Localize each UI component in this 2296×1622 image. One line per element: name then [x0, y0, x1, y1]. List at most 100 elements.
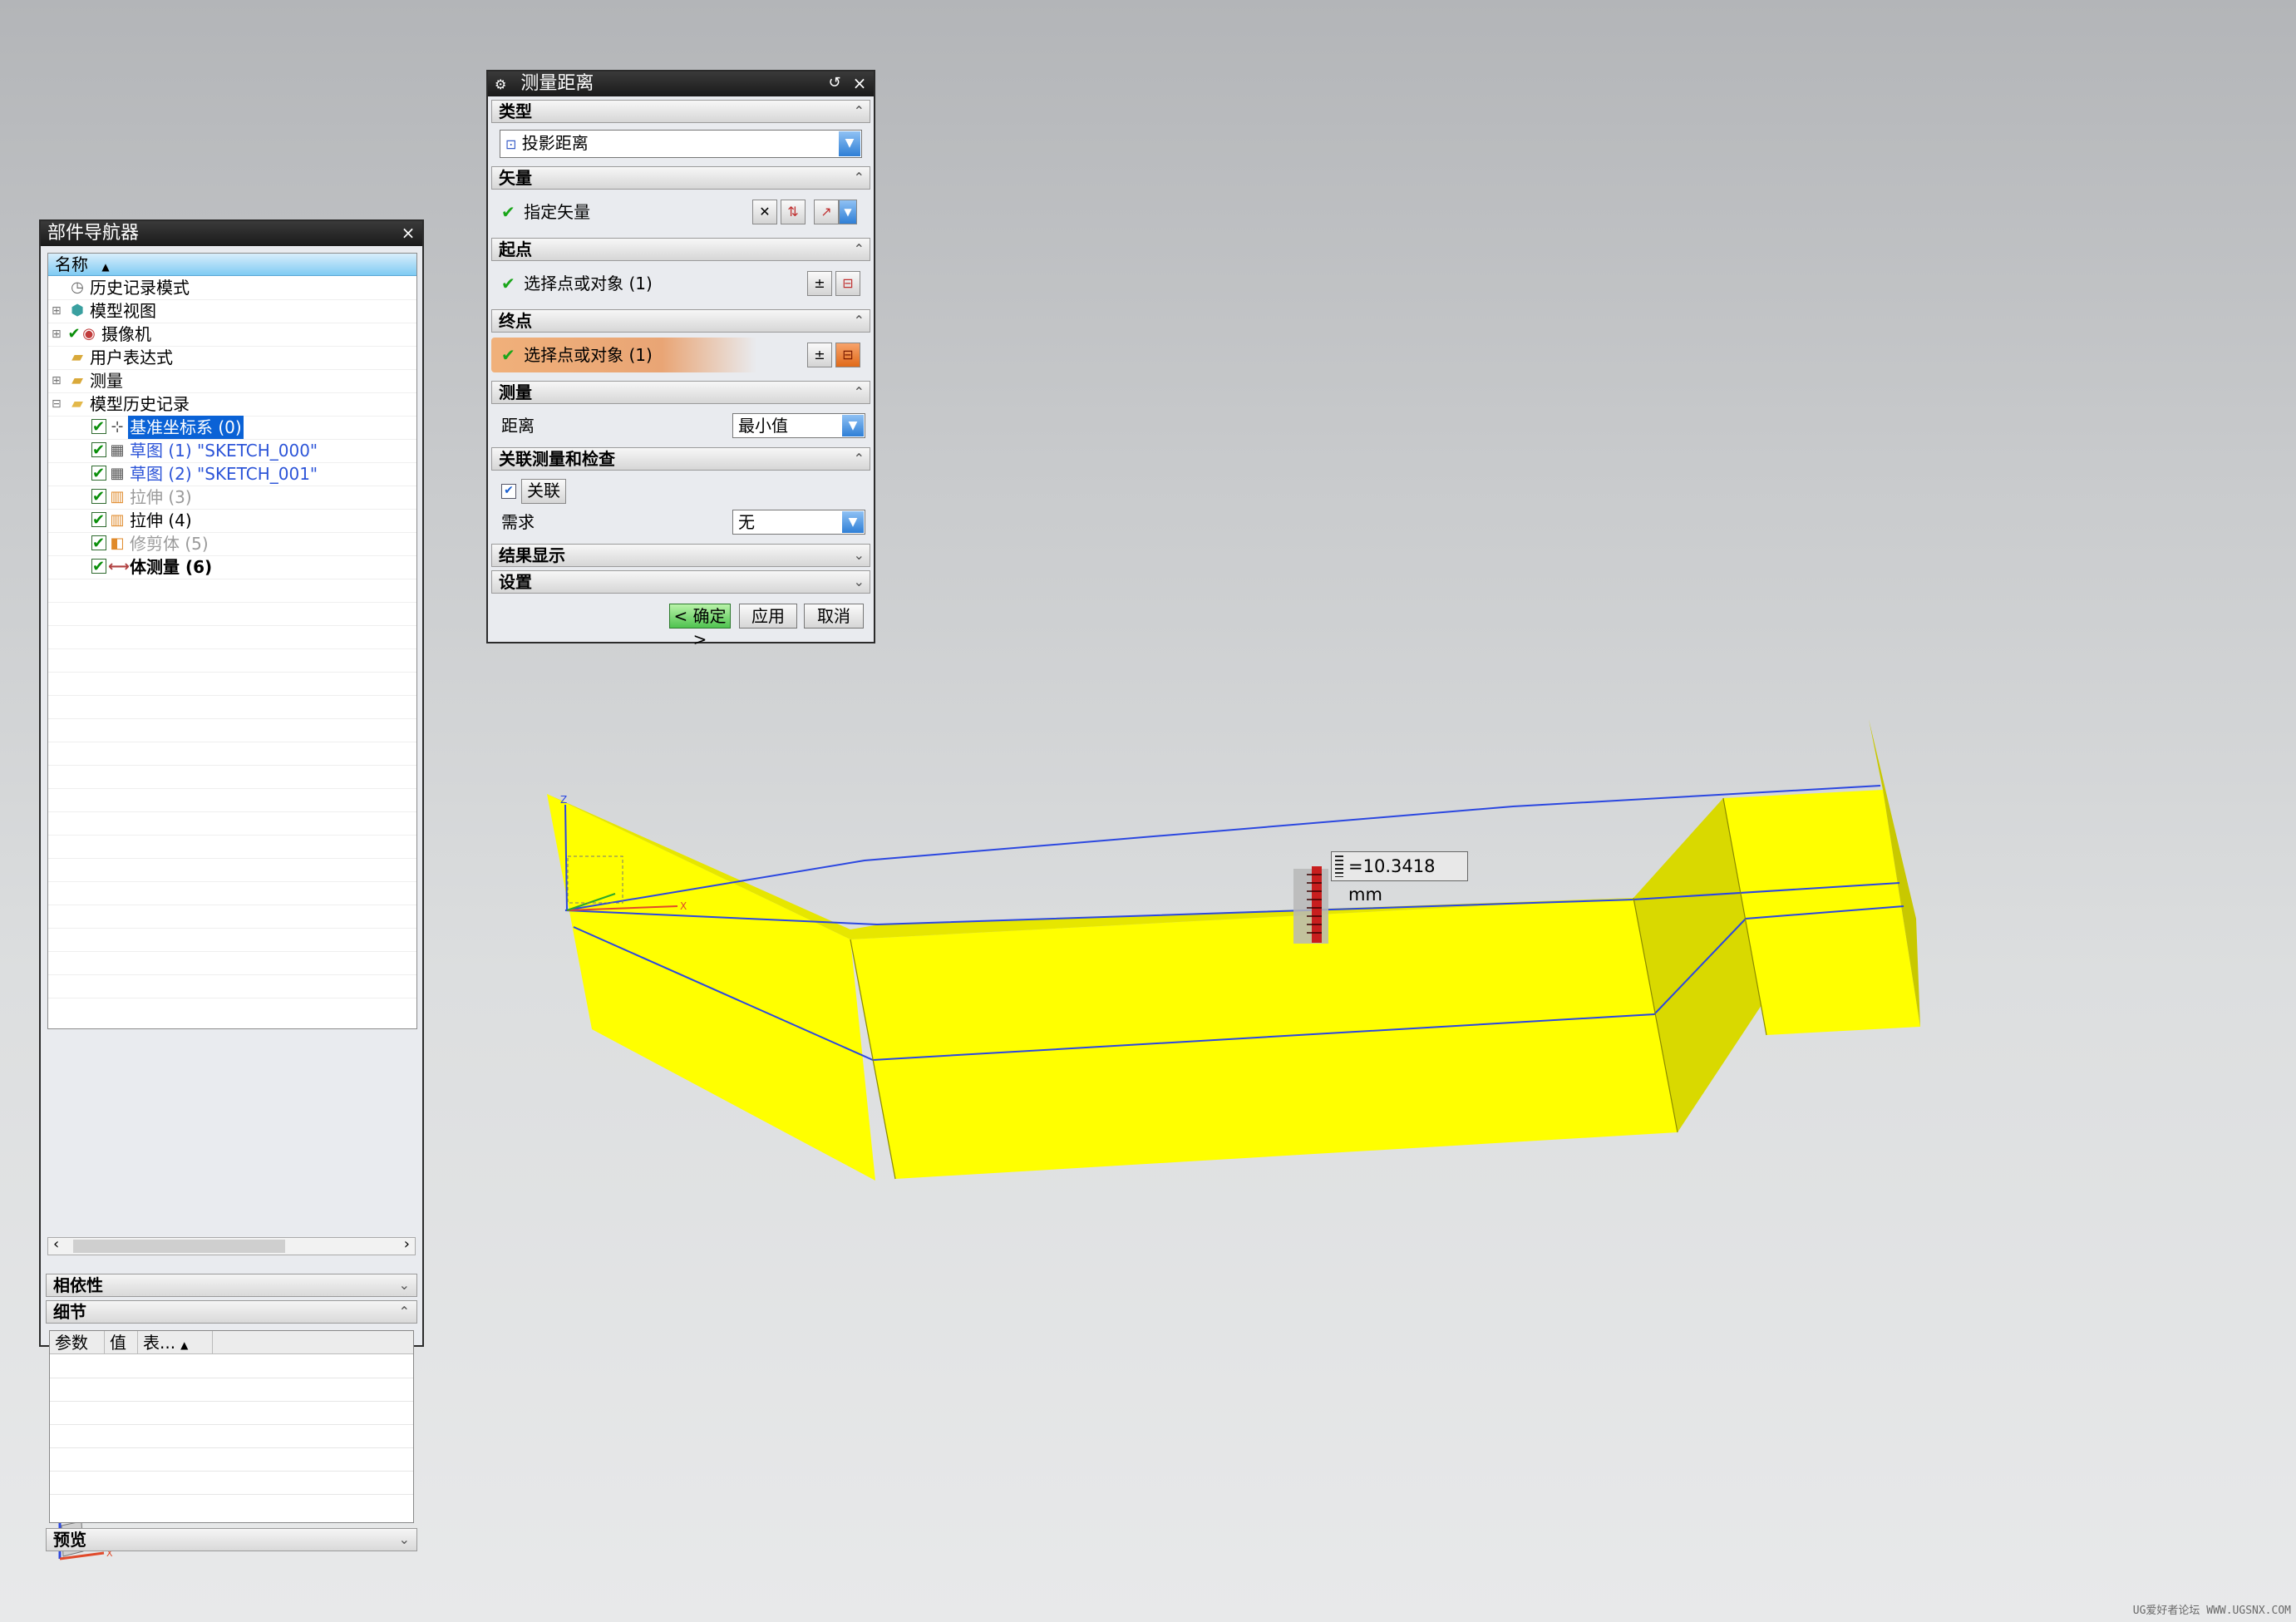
type-dropdown[interactable]: ⊡ 投影距离 ▼: [500, 130, 862, 158]
settings-section-header[interactable]: 设置 ⌄: [491, 570, 870, 594]
start-point-select-row[interactable]: ✔ 选择点或对象 (1) ± ⊟: [491, 266, 870, 301]
tree-item-extrude-3[interactable]: ▥ 拉伸 (3): [48, 486, 416, 510]
preview-section-header[interactable]: 预览 ⌄: [46, 1528, 417, 1551]
scroll-left-icon[interactable]: ‹: [53, 1235, 59, 1253]
tree-item-extrude-4[interactable]: ▥ 拉伸 (4): [48, 509, 416, 533]
sort-asc-icon: ▲: [101, 261, 110, 273]
tree-item-model-history[interactable]: ⊟ ▰ 模型历史记录: [48, 392, 416, 417]
details-table[interactable]: 参数 值 表... ▲: [49, 1330, 414, 1523]
tree-item-label: 用户表达式: [90, 348, 173, 367]
point-inferred-icon[interactable]: ⊟: [835, 271, 860, 296]
associative-label[interactable]: 关联: [521, 479, 566, 504]
sketch-icon: ▦: [110, 465, 125, 482]
scroll-right-icon[interactable]: ›: [404, 1235, 410, 1253]
part-navigator-title: 部件导航器: [47, 223, 140, 244]
feature-checkbox[interactable]: [91, 509, 106, 532]
requirement-dropdown-value: 无: [738, 512, 755, 532]
chevron-up-icon: ⌃: [853, 384, 865, 400]
solid-body-front-face[interactable]: [850, 898, 1678, 1179]
tree-item-trim-body[interactable]: ◧ 修剪体 (5): [48, 532, 416, 556]
feature-checkbox[interactable]: [91, 439, 106, 462]
point-dialog-icon[interactable]: ±: [807, 271, 832, 296]
feature-checkbox[interactable]: [91, 532, 106, 555]
tree-item-history-mode[interactable]: ◷ 历史记录模式: [48, 276, 416, 300]
tree-item-model-views[interactable]: ⊞ ⬢ 模型视图: [48, 299, 416, 323]
details-section-header[interactable]: 细节 ⌃: [46, 1300, 417, 1324]
requirement-dropdown[interactable]: 无 ▼: [732, 510, 865, 535]
settings-label: 设置: [499, 572, 532, 592]
chevron-down-icon: ⌄: [853, 574, 865, 589]
chevron-down-icon[interactable]: ▼: [842, 511, 864, 533]
distance-label: 距离: [501, 416, 535, 436]
tree-item-user-expressions[interactable]: ▰ 用户表达式: [48, 346, 416, 370]
end-point-section-header[interactable]: 终点 ⌃: [491, 309, 870, 333]
measure-distance-dialog: ⚙ 测量距离 ↺ × 类型 ⌃ ⊡ 投影距离 ▼ 矢量 ⌃ ✔ 指定矢量 ✕ ⇅…: [486, 70, 875, 649]
feature-checkbox[interactable]: [91, 555, 106, 579]
details-col-value[interactable]: 值: [105, 1331, 138, 1354]
gear-icon[interactable]: ⚙: [495, 76, 506, 92]
associative-section-label: 关联测量和检查: [499, 449, 615, 469]
horizontal-scrollbar[interactable]: ‹ ›: [47, 1235, 416, 1255]
column-header-name[interactable]: 名称 ▲: [48, 254, 416, 276]
expand-icon[interactable]: ⊞: [52, 323, 62, 346]
clock-icon: ◷: [71, 279, 84, 296]
vector-reverse-icon[interactable]: ⇅: [781, 200, 806, 224]
chevron-down-icon: ⌄: [398, 1277, 410, 1293]
part-tree[interactable]: 名称 ▲ ◷ 历史记录模式 ⊞ ⬢ 模型视图 ⊞ ✔ ◉ 摄像机 ▰ 用户表达式…: [47, 253, 417, 1029]
start-point-section-header[interactable]: 起点 ⌃: [491, 238, 870, 261]
details-col-param[interactable]: 参数: [50, 1331, 105, 1354]
measure-section-label: 测量: [499, 382, 532, 402]
tree-item-measurements[interactable]: ⊞ ▰ 测量: [48, 369, 416, 393]
ok-button[interactable]: < 确定 >: [669, 604, 731, 649]
chevron-down-icon[interactable]: ▼: [842, 415, 864, 436]
column-label: 表...: [143, 1333, 176, 1353]
tree-item-datum-csys[interactable]: ⊹ 基准坐标系 (0): [48, 416, 416, 440]
feature-checkbox[interactable]: [91, 486, 106, 509]
vector-dialog-icon[interactable]: ↗: [814, 200, 839, 224]
type-section-label: 类型: [499, 101, 532, 121]
watermark: UG爱好者论坛 WWW.UGSNX.COM: [2132, 1605, 2291, 1617]
associative-checkbox[interactable]: ✔: [501, 484, 516, 499]
tree-item-body-measure[interactable]: ⟷ 体测量 (6): [48, 555, 416, 579]
tree-item-camera[interactable]: ⊞ ✔ ◉ 摄像机: [48, 323, 416, 347]
close-icon[interactable]: ×: [850, 73, 869, 93]
vector-dropdown-icon[interactable]: ▼: [839, 200, 857, 224]
details-col-expression[interactable]: 表... ▲: [138, 1331, 213, 1354]
view-icon: ⬢: [71, 302, 84, 319]
point-dialog-icon[interactable]: ±: [807, 343, 832, 367]
tree-item-sketch-2[interactable]: ▦ 草图 (2) "SKETCH_001": [48, 462, 416, 486]
tree-item-sketch-1[interactable]: ▦ 草图 (1) "SKETCH_000": [48, 439, 416, 463]
dependencies-section-header[interactable]: 相依性 ⌄: [46, 1274, 417, 1297]
specify-vector-label: 指定矢量: [524, 202, 591, 222]
measure-section-header[interactable]: 测量 ⌃: [491, 381, 870, 404]
apply-button[interactable]: 应用: [739, 604, 797, 629]
cancel-button[interactable]: 取消: [804, 604, 864, 629]
type-section-header[interactable]: 类型 ⌃: [491, 100, 870, 123]
results-display-section-header[interactable]: 结果显示 ⌄: [491, 544, 870, 567]
expand-icon[interactable]: ⊞: [52, 369, 62, 392]
chevron-down-icon[interactable]: ▼: [839, 131, 860, 156]
csys-x-label: X: [680, 900, 687, 912]
scroll-thumb[interactable]: [73, 1240, 285, 1253]
reset-icon[interactable]: ↺: [825, 73, 844, 93]
specify-vector-row[interactable]: ✔ 指定矢量 ✕ ⇅ ↗ ▼: [491, 195, 870, 229]
vector-clear-icon[interactable]: ✕: [752, 200, 777, 224]
expand-icon[interactable]: ⊞: [52, 299, 62, 323]
point-inferred-icon[interactable]: ⊟: [835, 343, 860, 367]
sort-asc-icon: ▲: [180, 1339, 189, 1351]
distance-dropdown[interactable]: 最小值 ▼: [732, 413, 865, 438]
associative-section-header[interactable]: 关联测量和检查 ⌃: [491, 447, 870, 471]
part-navigator-panel: 部件导航器 × 名称 ▲ ◷ 历史记录模式 ⊞ ⬢ 模型视图 ⊞ ✔ ◉ 摄像机…: [39, 219, 424, 1551]
tree-item-label: 拉伸 (4): [130, 510, 192, 530]
vector-section-header[interactable]: 矢量 ⌃: [491, 166, 870, 190]
dialog-titlebar[interactable]: ⚙ 测量距离 ↺ ×: [488, 71, 874, 96]
end-point-select-row[interactable]: ✔ 选择点或对象 (1) ± ⊟: [491, 338, 870, 372]
collapse-icon[interactable]: ⊟: [52, 392, 62, 416]
feature-checkbox[interactable]: [91, 462, 106, 486]
part-navigator-titlebar[interactable]: 部件导航器 ×: [41, 221, 422, 246]
end-point-label: 选择点或对象 (1): [524, 345, 653, 365]
close-icon[interactable]: ×: [399, 223, 417, 243]
extrude-icon: ▥: [110, 511, 125, 529]
tree-item-label: 基准坐标系 (0): [128, 416, 244, 439]
feature-checkbox[interactable]: [91, 416, 106, 439]
